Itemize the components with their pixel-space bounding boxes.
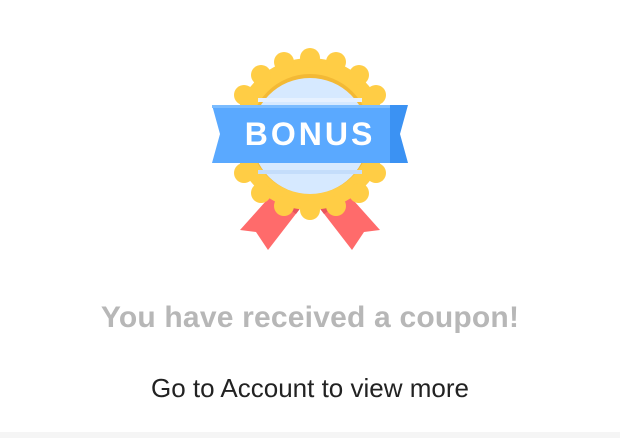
coupon-received-title: You have received a coupon! (100, 301, 520, 334)
bottom-edge (0, 432, 620, 438)
account-hint: Go to Account to view more (0, 371, 620, 405)
bonus-label: BONUS (245, 116, 376, 152)
coupon-received-screen: BONUS You have received a coupon! Go to … (0, 0, 620, 438)
bonus-badge-icon: BONUS (212, 48, 408, 250)
hint-suffix: to view more (314, 373, 469, 403)
hint-prefix: Go to (151, 373, 221, 403)
account-link[interactable]: Account (220, 373, 314, 403)
bonus-banner: BONUS (212, 105, 408, 163)
